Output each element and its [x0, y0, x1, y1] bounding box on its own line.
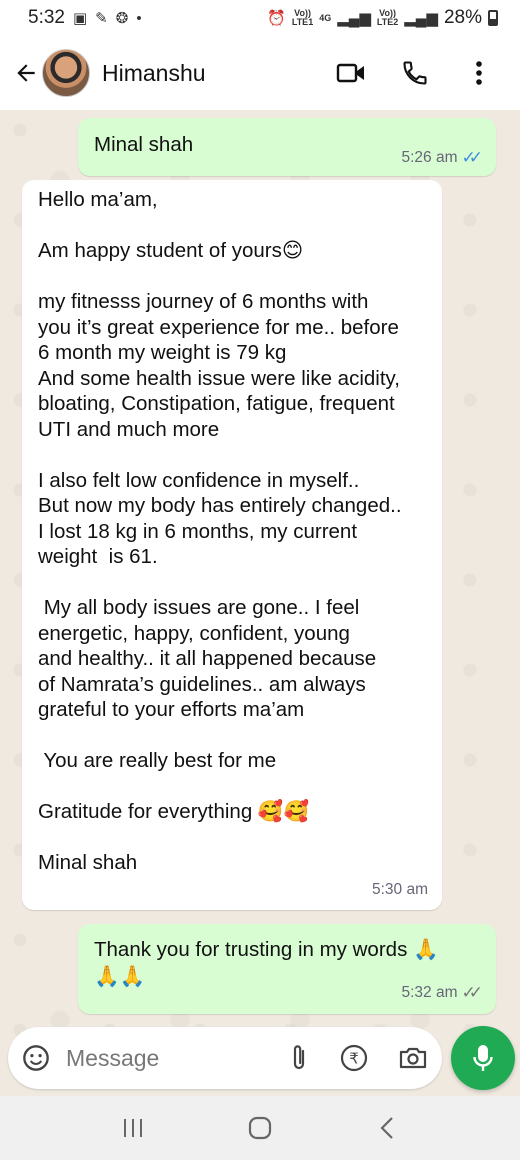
message-line: grateful to your efforts ma’am: [38, 698, 305, 721]
message-line: You are really best for me: [38, 749, 277, 772]
message-line: [38, 570, 426, 596]
battery-percent: 28%: [443, 7, 482, 28]
signal1-icon: ▂▄▆: [337, 10, 371, 27]
voice-call-button[interactable]: [400, 58, 430, 88]
more-options-icon: [476, 61, 482, 85]
message-time: 5:26 am: [401, 148, 458, 166]
message-line: But now my body has entirely changed..: [38, 494, 402, 517]
back-icon: [380, 1117, 393, 1139]
gallery-icon: ▣: [72, 10, 88, 27]
chat-area[interactable]: Minal shah 5:26 am ✓✓ Hello ma’am, Am hap…: [0, 110, 520, 1096]
message-line: I also felt low confidence in myself..: [38, 468, 360, 492]
message-line: of Namrata’s guidelines.. am always: [38, 672, 366, 696]
message-line: [38, 213, 426, 239]
sticker-icon: [23, 1045, 49, 1071]
sticker-button[interactable]: [22, 1044, 50, 1072]
message-text: Thank you for trusting in my words 🙏: [94, 938, 439, 961]
status-bar: 5:32 ▣ ✎ ❂ • ⏰ Vo)) LTE1 4G ▂▄▆ Vo)) LTE…: [0, 0, 520, 36]
message-line: [38, 723, 426, 749]
message-line: [38, 264, 426, 290]
contact-name[interactable]: Himanshu: [102, 60, 206, 87]
voice-message-button[interactable]: [451, 1026, 515, 1090]
tool-icon: ✎: [95, 10, 108, 27]
message-bubble-outgoing[interactable]: Minal shah 5:26 am ✓✓: [78, 118, 496, 176]
svg-text:₹: ₹: [349, 1050, 359, 1068]
message-composer: ₹: [8, 1027, 442, 1089]
message-line: Minal shah: [38, 851, 138, 874]
message-line: And some health issue were like acidity,: [38, 366, 400, 390]
message-time: 5:32 am: [401, 984, 458, 1001]
app-icon: ❂: [115, 10, 129, 27]
message-line: and healthy.. it all happened because: [38, 647, 377, 670]
message-time: 5:30 am: [371, 880, 428, 898]
payment-button[interactable]: ₹: [340, 1044, 368, 1072]
message-line: Hello ma’am,: [38, 188, 158, 211]
battery-icon: [488, 10, 498, 26]
message-line: energetic, happy, confident, young: [38, 621, 350, 645]
message-line: [38, 774, 426, 800]
avatar[interactable]: [42, 49, 90, 97]
status-time: 5:32: [28, 7, 65, 28]
attach-button[interactable]: [288, 1043, 310, 1073]
camera-button[interactable]: [398, 1045, 428, 1071]
back-button[interactable]: [12, 53, 40, 93]
message-line: my fitnesss journey of 6 months with: [38, 290, 369, 313]
alarm-icon: ⏰: [267, 10, 286, 27]
message-line: 6 month my weight is 79 kg: [38, 341, 287, 364]
back-arrow-icon: [17, 64, 35, 82]
message-bubble-incoming[interactable]: Hello ma’am, Am happy student of yours😊 my…: [22, 180, 442, 910]
message-line: you it’s great experience for me.. befor…: [38, 315, 399, 339]
phone-call-icon: [403, 61, 427, 85]
message-line: weight is 61.: [38, 545, 158, 568]
message-text-block: Hello ma’am, Am happy student of yours😊 my…: [38, 187, 426, 876]
mic-icon: [473, 1045, 493, 1071]
message-line: Gratitude for everything 🥰🥰: [38, 800, 309, 823]
message-line: [38, 442, 426, 468]
message-line: Am happy student of yours😊: [38, 239, 304, 262]
system-nav-bar: [0, 1096, 520, 1160]
carrier2: Vo)) LTE2: [376, 8, 399, 27]
recent-apps-button[interactable]: [113, 1108, 153, 1148]
signal2-icon: ▂▄▆: [404, 10, 438, 27]
message-line: My all body issues are gone.. I feel: [38, 596, 360, 619]
message-line: [38, 825, 426, 851]
camera-icon: [399, 1047, 427, 1069]
attach-icon: [293, 1045, 305, 1070]
home-button[interactable]: [240, 1108, 280, 1148]
video-call-icon: [336, 63, 364, 83]
message-line: bloating, Constipation, fatigue, frequen…: [38, 392, 395, 415]
recent-apps-icon: [124, 1119, 143, 1137]
rupee-payment-icon: ₹: [340, 1044, 368, 1072]
notification-dot-icon: •: [136, 9, 142, 27]
network-type: 4G: [319, 12, 332, 23]
message-bubble-outgoing[interactable]: Thank you for trusting in my words 🙏 🙏🙏 …: [78, 924, 496, 1014]
chat-header: Himanshu: [0, 36, 520, 110]
message-line: UTI and much more: [38, 417, 220, 441]
carrier1: Vo)) LTE1: [291, 8, 314, 27]
home-icon: [248, 1116, 272, 1140]
delivered-receipt-icon: ✓✓: [461, 983, 483, 1002]
more-options-button[interactable]: [464, 58, 494, 88]
message-line: I lost 18 kg in 6 months, my current: [38, 519, 358, 543]
message-input[interactable]: [66, 1044, 266, 1072]
nav-back-button[interactable]: [367, 1108, 407, 1148]
video-call-button[interactable]: [336, 58, 366, 88]
read-receipt-icon: ✓✓: [461, 147, 483, 167]
